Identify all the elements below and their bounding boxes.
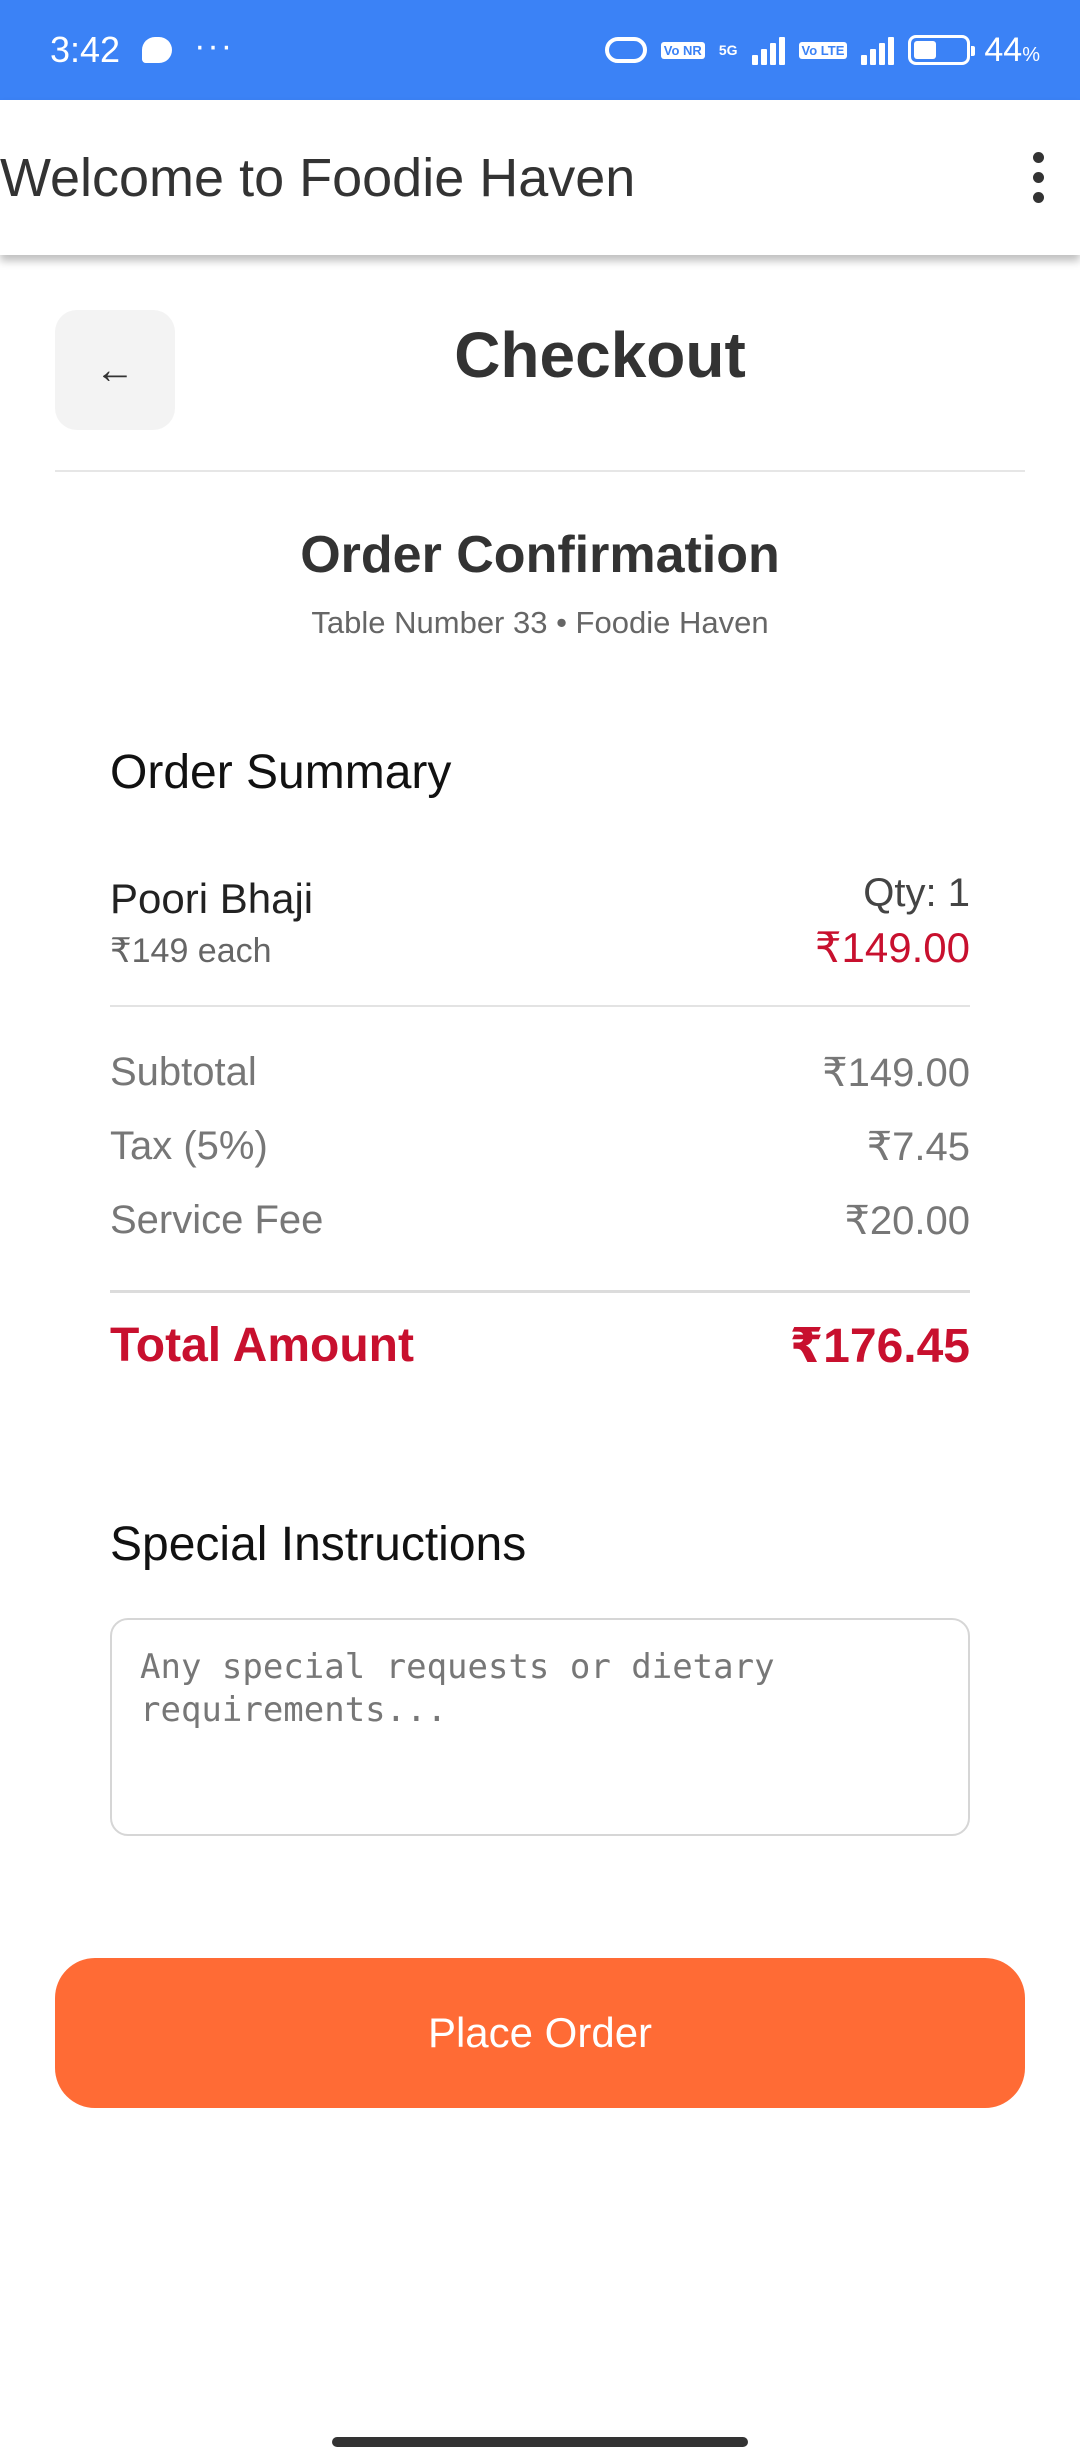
order-confirmation-subtitle: Table Number 33 • Foodie Haven (311, 605, 769, 640)
network-type-label: 5G (718, 42, 738, 58)
app-bar: Welcome to Foodie Haven (0, 100, 1080, 255)
status-left: 3:42 ··· (50, 26, 235, 71)
signal-icon (751, 35, 785, 65)
signal-icon (861, 35, 895, 65)
battery-percent: 44% (984, 31, 1040, 70)
battery-percent-unit: % (1022, 43, 1040, 66)
status-bar: 3:42 ··· Vo NR 5G Vo LTE 44% (0, 0, 1080, 100)
list-item: Poori Bhaji ₹149 each Qty: 1 ₹149.00 (110, 871, 970, 985)
sim2-badge: Vo LTE (798, 41, 848, 59)
subtotal-row: Subtotal ₹149.00 (110, 1050, 970, 1110)
divider (110, 1290, 970, 1293)
status-time: 3:42 (50, 29, 121, 70)
item-name: Poori Bhaji (110, 875, 314, 922)
service-fee-row: Service Fee ₹20.00 (110, 1198, 970, 1258)
home-indicator[interactable] (332, 2437, 748, 2447)
item-quantity: Qty: 1 (863, 871, 970, 915)
tax-label: Tax (5%) (110, 1124, 268, 1168)
total-value: ₹176.45 (789, 1320, 970, 1373)
divider (55, 470, 1025, 472)
divider (110, 1005, 970, 1007)
total-label: Total Amount (110, 1319, 414, 1372)
tax-value: ₹7.45 (866, 1125, 970, 1169)
status-right: Vo NR 5G Vo LTE 44% (604, 31, 1040, 70)
service-fee-label: Service Fee (110, 1198, 324, 1242)
item-line-total: ₹149.00 (814, 924, 970, 971)
app-title: Welcome to Foodie Haven (0, 147, 636, 208)
kebab-menu-icon[interactable] (1033, 152, 1044, 203)
more-dots-icon: ··· (194, 26, 235, 65)
battery-fill (914, 41, 937, 59)
battery-percent-value: 44 (984, 30, 1023, 69)
special-instructions-title: Special Instructions (110, 1518, 527, 1571)
total-row: Total Amount ₹176.45 (110, 1318, 970, 1388)
chat-icon (142, 37, 173, 63)
subtotal-label: Subtotal (110, 1050, 257, 1094)
sim1-badge: Vo NR (660, 41, 705, 59)
place-order-button[interactable]: Place Order (55, 1958, 1025, 2108)
link-icon (604, 37, 647, 63)
special-instructions-input[interactable] (110, 1618, 970, 1836)
order-confirmation-title: Order Confirmation (300, 526, 780, 584)
page-title: Checkout (454, 319, 746, 391)
battery-icon (908, 35, 976, 65)
service-fee-value: ₹20.00 (844, 1199, 970, 1243)
item-unit-price: ₹149 each (110, 932, 272, 970)
tax-row: Tax (5%) ₹7.45 (110, 1124, 970, 1184)
order-summary-title: Order Summary (110, 746, 452, 799)
subtotal-value: ₹149.00 (822, 1051, 970, 1095)
